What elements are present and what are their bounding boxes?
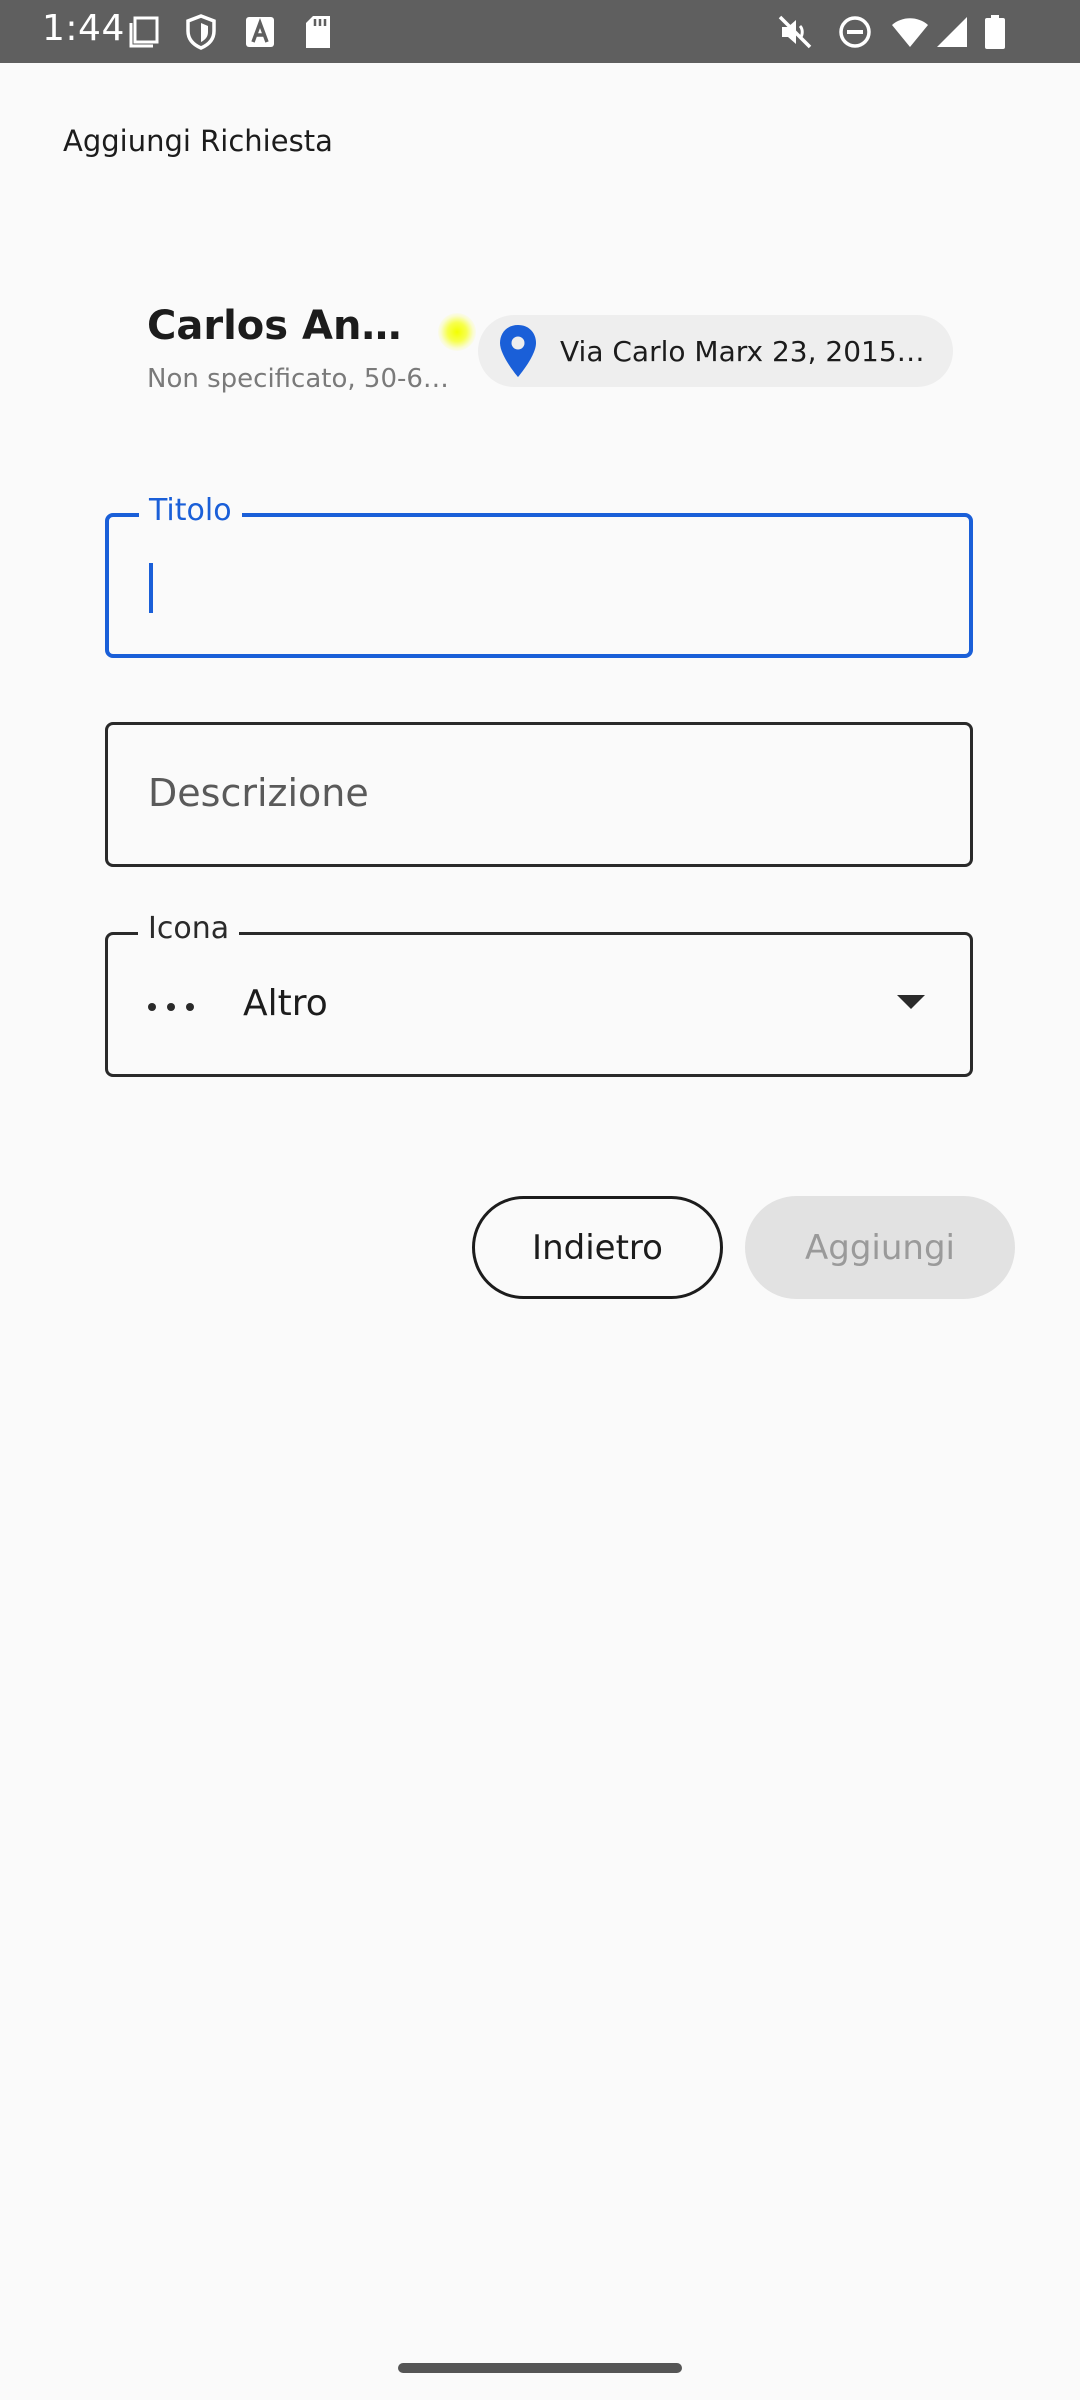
home-indicator[interactable] — [398, 2363, 682, 2373]
person-subtitle: Non specificato, 50-60 anni — [147, 364, 465, 394]
font-icon — [240, 12, 280, 52]
person-name: Carlos Anderson — [147, 303, 417, 349]
location-address: Via Carlo Marx 23, 20153 Milano — [560, 334, 940, 368]
title-field[interactable]: Titolo — [105, 493, 973, 658]
text-cursor — [149, 563, 153, 613]
screenshot-icon — [124, 12, 164, 52]
location-pin-icon — [498, 323, 538, 379]
dnd-icon — [835, 12, 875, 52]
icon-select-label: Icona — [138, 911, 240, 946]
sd-card-icon — [298, 12, 338, 52]
wifi-icon — [890, 12, 930, 52]
page-title: Aggiungi Richiesta — [63, 124, 333, 158]
chevron-down-icon[interactable] — [897, 995, 925, 1009]
description-placeholder: Descrizione — [148, 771, 369, 815]
status-bar: 1:44 — [0, 0, 1080, 63]
status-indicator — [438, 313, 476, 351]
signal-icon — [932, 12, 972, 52]
mute-icon — [775, 12, 815, 52]
location-chip[interactable]: Via Carlo Marx 23, 20153 Milano — [478, 315, 953, 387]
more-horiz-icon — [148, 987, 194, 1027]
battery-icon — [975, 12, 1015, 52]
add-button[interactable]: Aggiungi — [745, 1196, 1015, 1299]
icon-select-value: Altro — [243, 983, 328, 1024]
title-field-label: Titolo — [139, 493, 242, 528]
status-time: 1:44 — [42, 8, 125, 49]
shield-icon — [181, 12, 221, 52]
icon-select[interactable]: Icona Altro — [105, 911, 973, 1077]
description-field[interactable]: Descrizione — [105, 722, 973, 867]
back-button[interactable]: Indietro — [472, 1196, 723, 1299]
